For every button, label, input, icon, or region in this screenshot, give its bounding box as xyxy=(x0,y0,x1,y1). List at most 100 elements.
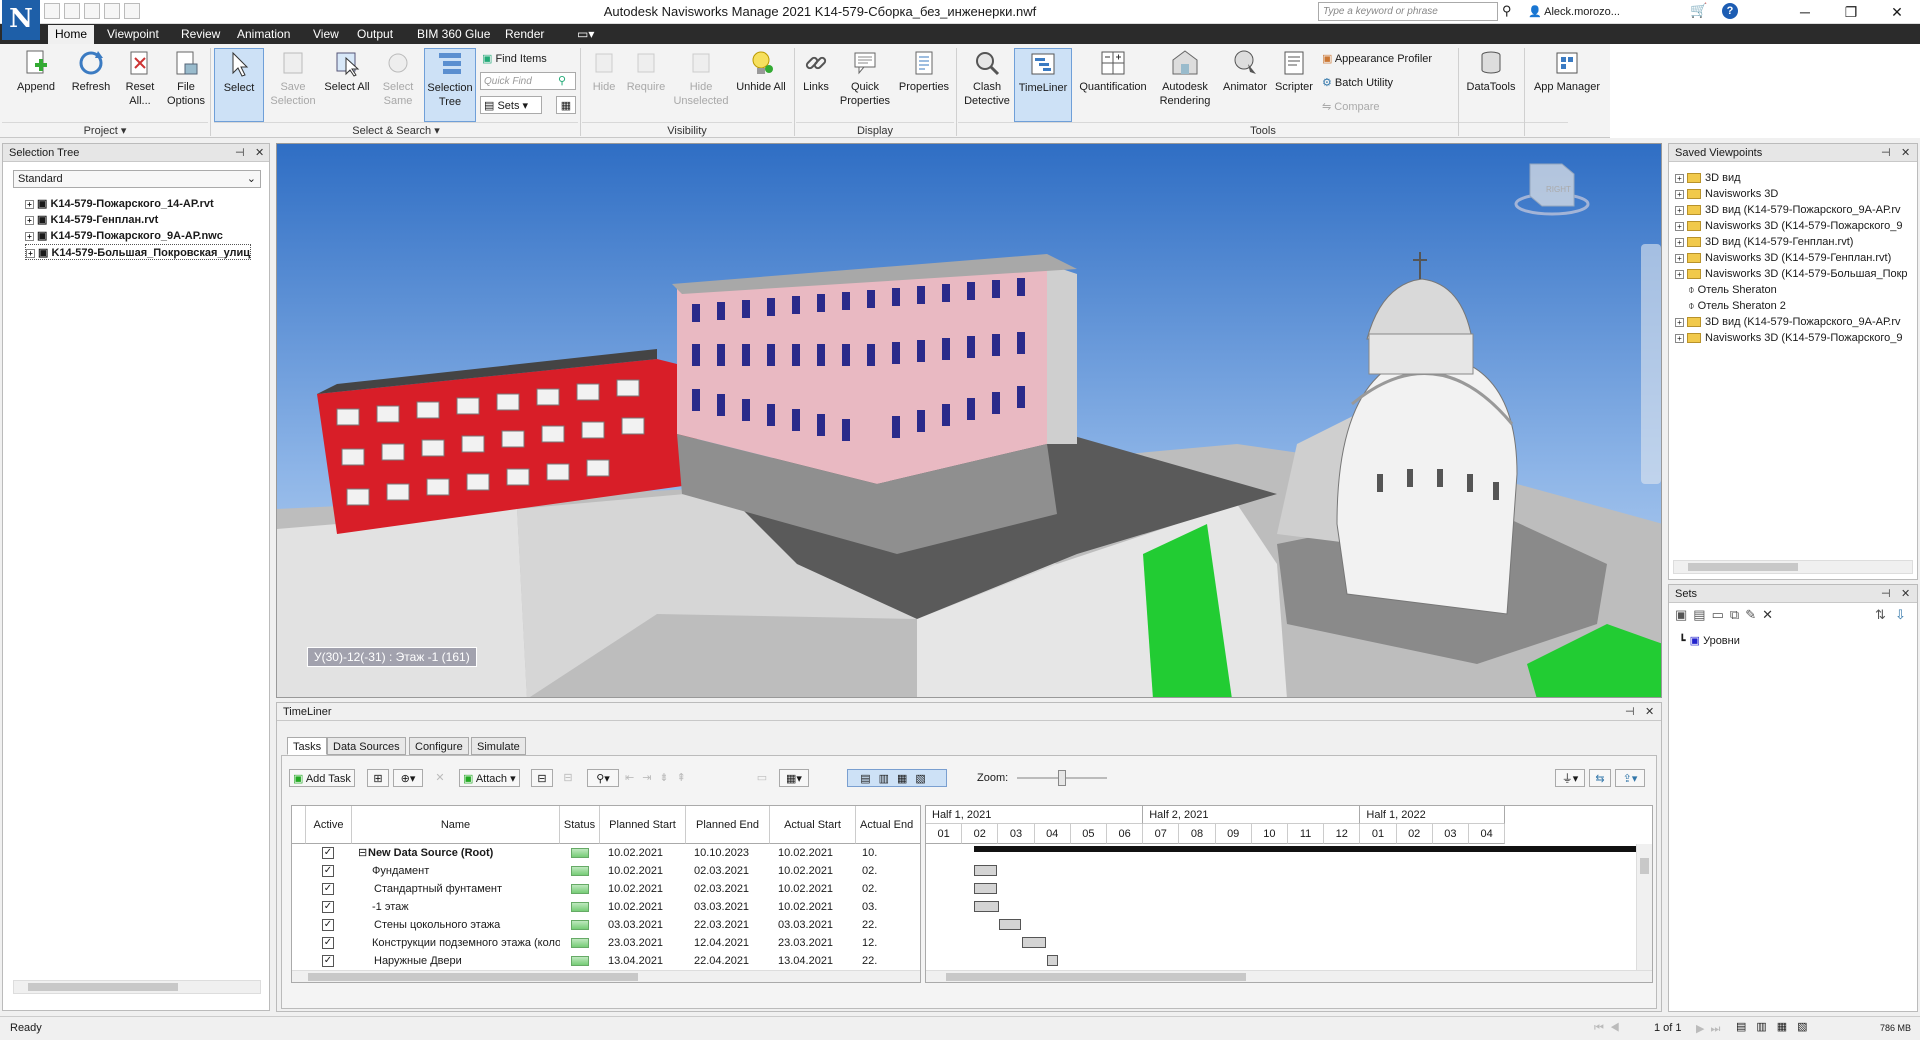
auto-attach-icon[interactable]: ⊟ xyxy=(531,769,553,787)
page-nav-next-icons[interactable]: ▶⏭ xyxy=(1696,1022,1726,1036)
tree-item[interactable]: + ▣ K14-579-Пожарского_9А-АР.nwc xyxy=(25,228,223,244)
qat-new-icon[interactable] xyxy=(44,3,60,19)
qat-undo-icon[interactable] xyxy=(104,3,120,19)
append-button[interactable]: Append xyxy=(8,48,64,94)
gantt-task-bar[interactable] xyxy=(973,883,998,894)
qat-redo-icon[interactable] xyxy=(124,3,140,19)
animator-button[interactable]: Animator xyxy=(1218,48,1272,94)
save-selection-button[interactable]: Save Selection xyxy=(268,48,318,108)
active-checkbox[interactable]: ✓ xyxy=(322,937,334,949)
quantification-button[interactable]: Quantification xyxy=(1074,48,1152,94)
selection-tree-mode-dropdown[interactable]: Standard ⌄ xyxy=(13,170,261,188)
tab-animation[interactable]: Animation xyxy=(230,25,297,44)
selection-tree-button[interactable]: Selection Tree xyxy=(424,48,476,122)
columns-icon[interactable]: ▦▾ xyxy=(779,769,809,787)
filter-icon[interactable]: ⏚▾ xyxy=(1555,769,1585,787)
viewpoint-folder[interactable]: + Navisworks 3D (K14-579-Большая_Покр xyxy=(1675,266,1908,282)
scrollbar-thumb[interactable] xyxy=(946,973,1246,981)
timeliner-button[interactable]: TimeLiner xyxy=(1014,48,1072,122)
reset-all-button[interactable]: Reset All... xyxy=(118,48,162,108)
add-comment-icon[interactable]: ✎ xyxy=(1745,607,1762,622)
insert-task-icon[interactable]: ⊞ xyxy=(367,769,389,787)
zoom-slider[interactable] xyxy=(1017,770,1107,786)
tab-viewpoint[interactable]: Viewpoint xyxy=(100,25,166,44)
tab-view[interactable]: View xyxy=(306,25,346,44)
scrollbar-thumb[interactable] xyxy=(308,973,638,981)
expand-icon[interactable]: + xyxy=(25,231,34,241)
require-button[interactable]: Require xyxy=(624,48,668,94)
select-same-button[interactable]: Select Same xyxy=(374,48,422,108)
viewpoint-item[interactable]: ⌽ Отель Sheraton xyxy=(1688,282,1777,298)
viewpoint-folder[interactable]: +3D вид xyxy=(1675,170,1741,186)
gantt-chart[interactable]: Half 1, 2021 Half 2, 2021 Half 1, 2022 01 02… xyxy=(925,805,1653,983)
viewpoint-folder[interactable]: +3D вид (K14-579-Генплан.rvt) xyxy=(1675,234,1853,250)
refresh-button[interactable]: Refresh xyxy=(66,48,116,94)
gantt-task-bar[interactable] xyxy=(973,901,999,912)
duplicate-icon[interactable]: ⧉ xyxy=(1730,607,1745,622)
expand-icon[interactable]: + xyxy=(1675,173,1684,183)
pin-icon[interactable]: ⊣ xyxy=(1625,703,1635,721)
active-checkbox[interactable]: ✓ xyxy=(322,901,334,913)
search-input[interactable]: Type a keyword or phrase xyxy=(1318,2,1498,21)
scrollbar-thumb[interactable] xyxy=(1640,858,1649,874)
save-search-icon[interactable]: ▣ xyxy=(1675,607,1693,622)
delete-icon[interactable]: ✕ xyxy=(1762,607,1779,622)
delete-task-icon[interactable]: ✕ xyxy=(429,769,451,787)
active-checkbox[interactable]: ✓ xyxy=(322,865,334,877)
quick-properties-button[interactable]: Quick Properties xyxy=(836,48,894,108)
expand-icon[interactable]: + xyxy=(26,248,35,258)
tab-configure[interactable]: Configure xyxy=(409,737,469,755)
save-selection-icon[interactable]: ▤ xyxy=(1693,607,1711,622)
col-planned-end[interactable]: Planned End xyxy=(686,806,770,844)
viewpoint-folder[interactable]: + Navisworks 3D (K14-579-Пожарского_9 xyxy=(1675,330,1903,346)
manage-sets-icon[interactable]: ▦ xyxy=(556,96,576,114)
auto-add-tasks-icon[interactable]: ⊕▾ xyxy=(393,769,423,787)
cart-icon[interactable]: 🛒 xyxy=(1690,2,1707,19)
tab-tasks[interactable]: Tasks xyxy=(287,737,328,755)
expand-icon[interactable]: + xyxy=(1675,333,1684,343)
col-planned-start[interactable]: Planned Start xyxy=(600,806,686,844)
viewpoint-folder[interactable]: +3D вид (K14-579-Пожарского_9А-АР.rv xyxy=(1675,314,1900,330)
scrollbar-thumb[interactable] xyxy=(1688,563,1798,571)
zoom-slider-thumb[interactable] xyxy=(1058,770,1066,786)
qat-save-icon[interactable] xyxy=(84,3,100,19)
minimize-icon[interactable]: ─ xyxy=(1782,0,1828,24)
col-name[interactable]: Name xyxy=(352,806,560,844)
gantt-summary-bar[interactable] xyxy=(973,846,1646,852)
tab-data-sources[interactable]: Data Sources xyxy=(327,737,406,755)
tab-bim360[interactable]: BIM 360 Glue xyxy=(410,25,497,44)
expand-icon[interactable]: + xyxy=(1675,189,1684,199)
tab-render[interactable]: Render xyxy=(498,25,551,44)
add-task-button[interactable]: ▣ Add Task xyxy=(289,769,355,787)
expand-icon[interactable]: + xyxy=(1675,253,1684,263)
find-items-dropdown-icon[interactable]: ⚲▾ xyxy=(587,769,619,787)
tab-extra-icon[interactable]: ▭▾ xyxy=(570,25,601,44)
find-items-button[interactable]: ▣ Find Items xyxy=(482,50,547,68)
attach-button[interactable]: ▣ Attach ▾ xyxy=(459,769,520,787)
active-checkbox[interactable]: ✓ xyxy=(322,847,334,859)
close-panel-icon[interactable]: ✕ xyxy=(1645,703,1654,721)
gantt-task-bar[interactable] xyxy=(1022,937,1047,948)
vertical-scrollbar[interactable] xyxy=(1636,844,1652,970)
active-checkbox[interactable]: ✓ xyxy=(322,919,334,931)
tab-output[interactable]: Output xyxy=(350,25,400,44)
page-nav-prev-icons[interactable]: ⏮◀ xyxy=(1594,1022,1626,1035)
binoculars-icon[interactable]: ⚲ xyxy=(1502,3,1512,19)
application-menu-button[interactable]: N xyxy=(2,0,40,40)
sort-icon[interactable]: ⇅ xyxy=(1875,607,1886,623)
close-icon[interactable]: ✕ xyxy=(1874,0,1920,24)
horizontal-scrollbar[interactable] xyxy=(1673,560,1913,574)
import-export-icon[interactable]: ⇩ xyxy=(1895,607,1906,623)
viewpoint-folder[interactable]: +3D вид (K14-579-Пожарского_9А-АР.rv xyxy=(1675,202,1900,218)
import-icon[interactable]: ⇆ xyxy=(1589,769,1611,787)
hide-unselected-button[interactable]: Hide Unselected xyxy=(672,48,730,108)
close-panel-icon[interactable]: ✕ xyxy=(1901,144,1910,162)
close-panel-icon[interactable]: ✕ xyxy=(1901,585,1910,603)
expand-icon[interactable]: + xyxy=(1675,269,1684,279)
col-active[interactable]: Active xyxy=(306,806,352,844)
gantt-task-bar[interactable] xyxy=(998,919,1022,930)
help-icon[interactable]: ? xyxy=(1722,3,1738,19)
horizontal-scrollbar[interactable] xyxy=(292,970,920,982)
viewpoint-folder[interactable]: + Navisworks 3D (K14-579-Пожарского_9 xyxy=(1675,218,1903,234)
pin-icon[interactable]: ⊣ xyxy=(1881,585,1891,603)
